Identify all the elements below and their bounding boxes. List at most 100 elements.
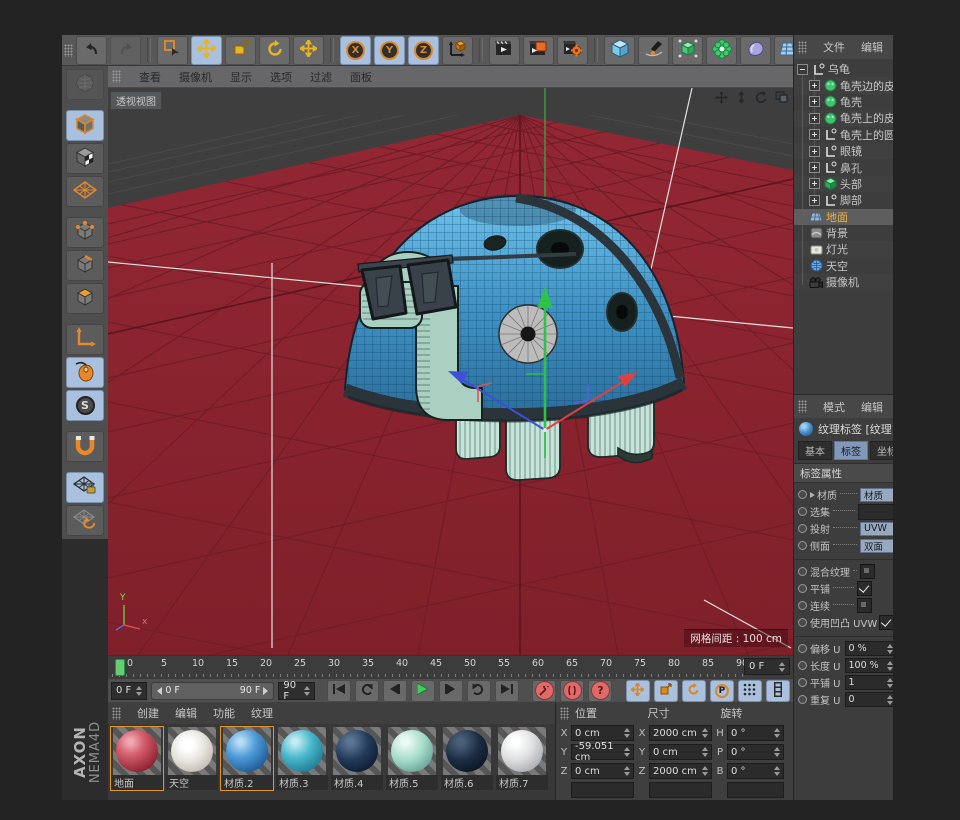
expand-icon[interactable] — [809, 113, 820, 124]
viewport-solo-button[interactable] — [66, 357, 104, 388]
animation-dot-icon[interactable] — [798, 678, 807, 687]
render-settings-button[interactable] — [557, 36, 588, 65]
material-item[interactable]: 天空 — [165, 726, 219, 791]
add-deformer-button[interactable] — [740, 36, 771, 65]
side-dropdown[interactable]: 双面 — [860, 539, 893, 553]
expand-icon[interactable] — [809, 146, 820, 157]
spinner-icon[interactable] — [774, 728, 780, 738]
make-editable-button[interactable] — [66, 69, 104, 100]
last-tool-button[interactable] — [293, 36, 324, 65]
goto-start-button[interactable] — [327, 680, 351, 702]
render-region-button[interactable] — [523, 36, 554, 65]
size-z-field[interactable]: 2000 cm — [649, 763, 712, 779]
record-keyframe-button[interactable] — [532, 680, 556, 702]
expand-icon[interactable] — [809, 129, 820, 140]
tree-item-shell-edge-strap[interactable]: 龟壳边的皮带 — [794, 77, 893, 93]
polygons-mode-button[interactable] — [66, 283, 104, 314]
om-menu-edit[interactable]: 编辑 — [861, 39, 883, 55]
spinner-icon[interactable] — [624, 766, 630, 776]
expand-icon[interactable] — [809, 195, 820, 206]
tree-item-light[interactable]: 灯光 — [794, 241, 893, 257]
spinner-icon[interactable] — [779, 662, 785, 672]
material-item[interactable]: 材质.3 — [275, 726, 329, 791]
snap-button[interactable]: S — [66, 390, 104, 421]
tree-item-nostril[interactable]: 鼻孔 — [794, 159, 893, 175]
range-left-arrow-icon[interactable] — [157, 687, 162, 695]
viewport-menu-view[interactable]: 查看 — [139, 69, 161, 85]
lock-workplane-button[interactable] — [66, 472, 104, 503]
rotation-p-field[interactable]: 0 ° — [727, 744, 784, 760]
frame-range-slider[interactable]: 0 F 90 F — [151, 682, 274, 700]
tiles-u-field[interactable]: 1 — [845, 675, 894, 690]
material-menu-texture[interactable]: 纹理 — [251, 705, 273, 721]
material-item[interactable]: 地面 — [110, 726, 164, 791]
spinner-icon[interactable] — [702, 728, 708, 738]
live-selection-button[interactable] — [157, 36, 188, 65]
model-mode-button[interactable] — [66, 110, 104, 141]
expand-icon[interactable] — [809, 178, 820, 189]
spinner-icon[interactable] — [774, 747, 780, 757]
spinner-icon[interactable] — [887, 678, 893, 688]
rotate-view-icon[interactable] — [754, 90, 769, 104]
tree-item-glasses[interactable]: 眼镜 — [794, 143, 893, 159]
lock-y-axis-button[interactable]: Y — [374, 36, 405, 65]
length-u-field[interactable]: 100 % — [845, 658, 894, 673]
points-mode-button[interactable] — [66, 217, 104, 248]
spinner-icon[interactable] — [624, 728, 630, 738]
lock-z-axis-button[interactable]: Z — [408, 36, 439, 65]
viewport-menu-camera[interactable]: 摄像机 — [179, 69, 212, 85]
toggle-view-icon[interactable] — [774, 90, 789, 104]
use-bump-uvw-checkbox[interactable] — [879, 615, 893, 630]
am-drag-handle[interactable] — [798, 400, 807, 413]
position-y-field[interactable]: -59.051 cm — [571, 744, 634, 760]
material-item[interactable]: 材质.4 — [330, 726, 384, 791]
viewport-menu-drag-handle[interactable] — [112, 70, 121, 83]
play-button[interactable] — [411, 680, 435, 702]
spinner-icon[interactable] — [774, 766, 780, 776]
spinner-icon[interactable] — [136, 686, 142, 696]
offset-u-field[interactable]: 0 % — [845, 641, 894, 656]
add-spline-button[interactable] — [638, 36, 669, 65]
animation-dot-icon[interactable] — [798, 695, 807, 704]
expand-icon[interactable] — [809, 80, 820, 91]
edges-mode-button[interactable] — [66, 250, 104, 281]
redo-button[interactable] — [110, 36, 141, 65]
animation-dot-icon[interactable] — [798, 567, 807, 576]
tree-item-turtle[interactable]: 乌龟 — [794, 61, 893, 77]
add-modifier-button[interactable] — [706, 36, 737, 65]
texture-mode-button[interactable] — [66, 143, 104, 174]
expand-icon[interactable] — [809, 162, 820, 173]
tree-item-shell-cylinder[interactable]: 龟壳上的圆柱 — [794, 127, 893, 143]
apply-field[interactable] — [727, 782, 784, 798]
rotate-tool-button[interactable] — [259, 36, 290, 65]
material-item[interactable]: 材质.2 — [220, 726, 274, 791]
zoom-view-icon[interactable] — [734, 90, 749, 104]
material-item[interactable]: 材质.6 — [440, 726, 494, 791]
animation-dot-icon[interactable] — [798, 661, 807, 670]
animation-dot-icon[interactable] — [798, 601, 807, 610]
spinner-icon[interactable] — [702, 747, 708, 757]
key-parameter-button[interactable]: P — [710, 680, 734, 702]
timeline-frame-field[interactable]: 0 F — [744, 658, 790, 675]
add-generator-button[interactable] — [672, 36, 703, 65]
prev-key-button[interactable] — [355, 680, 379, 702]
animation-dot-icon[interactable] — [798, 524, 807, 533]
size-y-field[interactable]: 0 cm — [649, 744, 712, 760]
tab-basic[interactable]: 基本 — [798, 441, 832, 460]
lock-x-axis-button[interactable]: X — [340, 36, 371, 65]
viewport-menu-display[interactable]: 显示 — [230, 69, 252, 85]
animation-dot-icon[interactable] — [798, 644, 807, 653]
viewport-menu-options[interactable]: 选项 — [270, 69, 292, 85]
spinner-icon[interactable] — [887, 661, 893, 671]
spinner-icon[interactable] — [887, 695, 893, 705]
enable-axis-button[interactable] — [66, 324, 104, 355]
expand-arrow-icon[interactable] — [810, 492, 815, 498]
planar-workplane-button[interactable] — [66, 505, 104, 536]
workplane-mode-button[interactable] — [66, 176, 104, 207]
apply-field[interactable] — [649, 782, 712, 798]
tree-item-sky[interactable]: 天空 — [794, 258, 893, 274]
selection-field[interactable] — [858, 504, 893, 520]
magnet-snap-button[interactable] — [66, 431, 104, 462]
animation-dot-icon[interactable] — [798, 541, 807, 550]
material-menu-drag-handle[interactable] — [112, 707, 121, 720]
